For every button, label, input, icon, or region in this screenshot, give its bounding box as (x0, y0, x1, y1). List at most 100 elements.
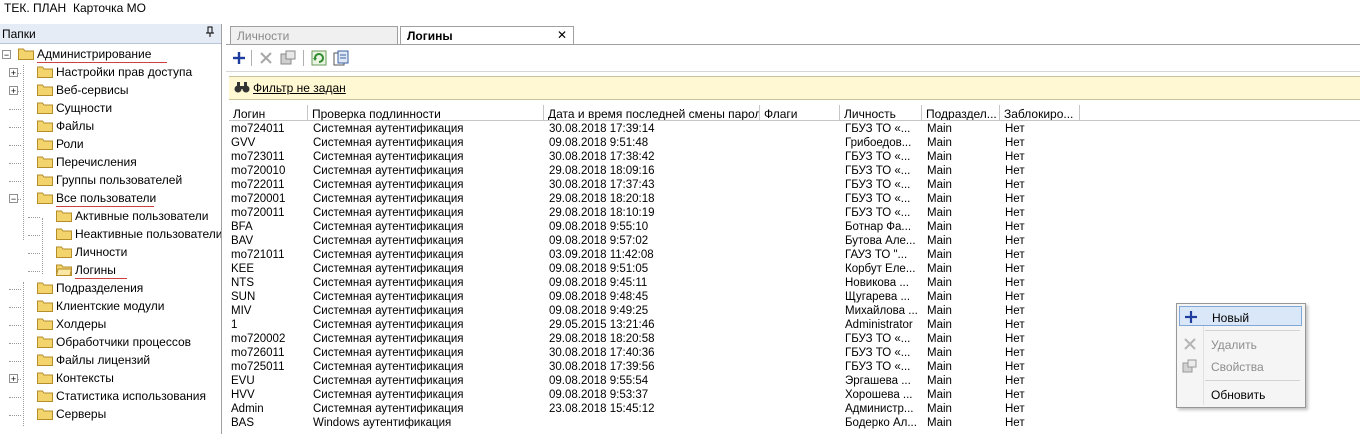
expand-icon[interactable]: + (9, 86, 18, 96)
table-cell: GVV (231, 137, 256, 149)
table-cell: Main (927, 207, 952, 219)
table-cell: mo722011 (231, 179, 285, 191)
collapse-icon[interactable]: − (2, 50, 11, 60)
tree-node-label: Перечисления (56, 155, 137, 169)
table-cell: 09.08.2018 9:51:05 (549, 263, 649, 275)
column-header[interactable]: Заблокиро... (1000, 105, 1080, 121)
table-cell: Эргашева ... (845, 375, 911, 387)
table-row[interactable]: EVU Системная аутентификация 09.08.2018 9:… (229, 375, 1129, 389)
table-cell: Admin (231, 403, 264, 415)
table-row[interactable]: mo720010 Системная аутентификация 29.08.20… (229, 165, 1129, 179)
table-row[interactable]: BAV Системная аутентификация 09.08.2018 9:… (229, 235, 1129, 249)
column-header[interactable]: Флаги (760, 105, 840, 121)
column-header[interactable]: Логин (229, 105, 308, 121)
table-row[interactable]: mo724011 Системная аутентификация 30.08.20… (229, 123, 1129, 137)
table-cell: 30.08.2018 17:39:56 (549, 361, 655, 373)
menu-item-tek-plan[interactable]: ТЕК. ПЛАН (4, 1, 66, 15)
table-cell: Системная аутентификация (313, 305, 464, 317)
column-header[interactable]: Дата и время последней смены пароля (544, 105, 760, 121)
context-item-refresh[interactable]: Обновить (1179, 384, 1302, 404)
menu-bar: ТЕК. ПЛАН Карточка МО (0, 0, 1360, 18)
table-cell: Системная аутентификация (313, 249, 464, 261)
table-row[interactable]: mo720011 Системная аутентификация 29.08.20… (229, 207, 1129, 221)
expand-icon[interactable]: + (9, 68, 18, 78)
context-menu-separator (1205, 330, 1300, 331)
tree-node-label: Сущности (56, 101, 113, 115)
table-row[interactable]: mo720001 Системная аутентификация 29.08.20… (229, 193, 1129, 207)
table-cell: Нет (1005, 123, 1025, 135)
folder-icon (37, 174, 53, 186)
table-cell: MIV (231, 305, 252, 317)
tree-node-label: Неактивные пользователи (75, 227, 222, 241)
table-row[interactable]: mo725011 Системная аутентификация 30.08.20… (229, 361, 1129, 375)
table-cell: Нет (1005, 221, 1025, 233)
tree-node-label: Файлы лицензий (56, 353, 151, 367)
export-icon[interactable] (332, 49, 350, 67)
table-cell: Системная аутентификация (313, 193, 464, 205)
menu-item-card-mo[interactable]: Карточка МО (73, 1, 146, 15)
tree-connector (28, 235, 40, 236)
table-row[interactable]: BFA Системная аутентификация 09.08.2018 9:… (229, 221, 1129, 235)
table-cell: 30.08.2018 17:37:43 (549, 179, 655, 191)
table-cell: Бутова Але... (845, 235, 916, 247)
table-cell: 1 (231, 319, 238, 331)
table-cell: Main (927, 347, 952, 359)
table-row[interactable]: Admin Системная аутентификация 23.08.2018 … (229, 403, 1129, 417)
table-row[interactable]: 1 Системная аутентификация 29.05.2015 13:2… (229, 319, 1129, 333)
tree-connector (9, 343, 21, 344)
table-row[interactable]: mo723011 Системная аутентификация 30.08.20… (229, 151, 1129, 165)
folder-icon (37, 354, 53, 366)
table-cell: Нет (1005, 277, 1025, 289)
table-row[interactable]: MIV Системная аутентификация 09.08.2018 9:… (229, 305, 1129, 319)
table-row[interactable]: BAS Windows аутентификация Бодерко Ал... Ma… (229, 417, 1129, 431)
collapse-icon[interactable]: − (9, 194, 18, 204)
context-item-properties[interactable]: Свойства (1179, 356, 1302, 376)
folder-icon (56, 246, 72, 258)
table-cell: Системная аутентификация (313, 319, 464, 331)
folder-icon (37, 102, 53, 114)
table-row[interactable]: HVV Системная аутентификация 09.08.2018 9:… (229, 389, 1129, 403)
table-row[interactable]: SUN Системная аутентификация 09.08.2018 9:… (229, 291, 1129, 305)
refresh-icon[interactable] (310, 49, 328, 67)
folder-icon (37, 156, 53, 168)
pin-icon[interactable] (205, 26, 215, 41)
close-icon[interactable]: ✕ (557, 28, 567, 42)
table-row[interactable]: KEE Системная аутентификация 09.08.2018 9:… (229, 263, 1129, 277)
table-row[interactable]: mo722011 Системная аутентификация 30.08.20… (229, 179, 1129, 193)
column-header[interactable]: Личность (840, 105, 922, 121)
tab-persons[interactable]: Личности (230, 26, 398, 44)
table-cell: 30.08.2018 17:38:42 (549, 151, 655, 163)
folder-icon (56, 210, 72, 222)
annotation-underline (75, 278, 127, 279)
table-cell: Main (927, 165, 952, 177)
tab-logins[interactable]: Логины ✕ (400, 26, 574, 44)
table-cell: ГБУЗ ТО «... (845, 179, 911, 191)
table-cell: ГБУЗ ТО «... (845, 207, 911, 219)
column-header[interactable]: Подраздел... (922, 105, 1000, 121)
table-cell: Системная аутентификация (313, 389, 464, 401)
table-cell: 29.08.2018 18:10:19 (549, 207, 655, 219)
properties-icon[interactable] (279, 49, 297, 67)
folder-icon (37, 318, 53, 330)
expand-icon[interactable]: + (9, 374, 18, 384)
table-row[interactable]: NTS Системная аутентификация 09.08.2018 9:… (229, 277, 1129, 291)
table-row[interactable]: mo720002 Системная аутентификация 29.08.20… (229, 333, 1129, 347)
folder-icon (37, 66, 53, 78)
context-item-new[interactable]: Новый (1179, 306, 1302, 326)
table-row[interactable]: mo726011 Системная аутентификация 30.08.20… (229, 347, 1129, 361)
table-cell: ГБУЗ ТО «... (845, 123, 911, 135)
column-header[interactable]: Проверка подлинности (308, 105, 544, 121)
context-item-delete[interactable]: Удалить (1179, 334, 1302, 354)
table-cell: Main (927, 137, 952, 149)
table-row[interactable]: mo721011 Системная аутентификация 03.09.20… (229, 249, 1129, 263)
table-cell: HVV (231, 389, 255, 401)
table-cell: Нет (1005, 137, 1025, 149)
delete-icon[interactable] (257, 49, 275, 67)
context-item-refresh-label: Обновить (1211, 388, 1266, 402)
add-icon[interactable] (230, 49, 248, 67)
table-cell: Нет (1005, 193, 1025, 205)
filter-link[interactable]: Фильтр не задан (253, 81, 346, 95)
table-row[interactable]: GVV Системная аутентификация 09.08.2018 9:… (229, 137, 1129, 151)
toolbar-separator (303, 50, 304, 66)
folder-icon (37, 408, 53, 420)
